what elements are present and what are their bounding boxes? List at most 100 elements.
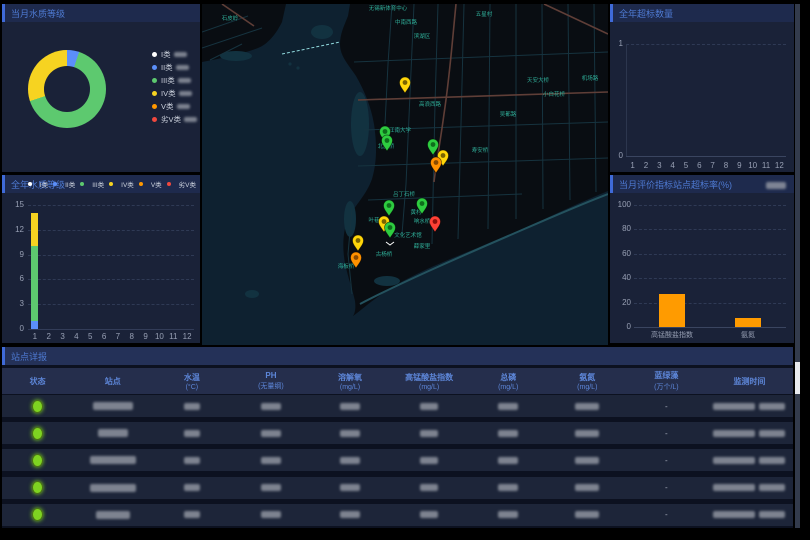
x-axis-tick: 9 — [140, 333, 152, 341]
table-row[interactable]: - — [2, 422, 793, 444]
page-scrollbar-track[interactable] — [795, 4, 800, 528]
column-label: 总磷 — [500, 372, 516, 383]
date-redacted — [713, 403, 755, 410]
x-axis-tick: 8 — [720, 162, 732, 170]
value-redacted — [498, 457, 518, 464]
monitoring-map[interactable]: 石皮岭无锡新体育中心中南西路滨湖区五星村天安大桥机场路小白花桥吴都路高浪西路江南… — [202, 4, 608, 345]
legend-item[interactable]: III类 — [152, 74, 197, 87]
time-redacted — [759, 511, 785, 518]
legend-item[interactable]: I类 — [152, 48, 197, 61]
algae-cell: - — [627, 402, 706, 411]
column-unit: (°C) — [186, 384, 199, 391]
dashboard-root: { "panels": { "donut_panel": {"title": "… — [0, 0, 810, 540]
column-header-10: 监测时间 — [706, 376, 793, 387]
legend-dot — [152, 65, 157, 70]
legend-dot — [152, 52, 157, 57]
donut-legend: I类II类III类IV类V类劣V类 — [152, 48, 197, 126]
x-axis-tick: 8 — [126, 333, 138, 341]
x-axis-tick: 2 — [640, 162, 652, 170]
legend-item[interactable]: V类 — [152, 100, 197, 113]
value-cell — [310, 403, 389, 410]
value-redacted — [261, 403, 281, 410]
value-redacted — [575, 511, 599, 518]
y-axis-tick: 12 — [4, 226, 24, 234]
value-redacted — [184, 430, 200, 437]
panel-header: 当月水质等级 — [2, 4, 200, 22]
station-name-cell — [73, 456, 152, 464]
time-cell — [706, 484, 793, 491]
table-row[interactable]: - — [2, 504, 793, 526]
value-cell — [390, 511, 469, 518]
time-cell — [706, 457, 793, 464]
date-redacted — [713, 511, 755, 518]
legend-label: III类 — [161, 75, 175, 86]
value-cell — [152, 511, 231, 518]
gridline — [626, 44, 786, 45]
time-redacted — [759, 403, 785, 410]
legend-item[interactable]: 劣V类 — [152, 113, 197, 126]
table-row[interactable]: - — [2, 477, 793, 499]
column-header-3: 水温(°C) — [152, 372, 231, 391]
time-redacted — [759, 430, 785, 437]
gridline — [634, 205, 786, 206]
gridline — [28, 255, 194, 256]
column-label: 溶解氧 — [338, 372, 362, 383]
station-name-redacted — [93, 402, 133, 410]
y-axis-tick: 9 — [4, 251, 24, 259]
map-place-label: 高浪西路 — [419, 100, 442, 108]
legend-dot — [152, 78, 157, 83]
value-redacted — [184, 457, 200, 464]
legend-value-redacted — [179, 91, 192, 96]
stacked-bar-segment — [31, 246, 38, 320]
legend-item[interactable]: II类 — [152, 61, 197, 74]
panel-station-table: 站点详报 状态站点水温(°C)PH(无量纲)溶解氧(mg/L)高锰酸盐指数(mg… — [2, 347, 793, 528]
status-indicator-green — [32, 454, 43, 467]
x-axis-line — [626, 156, 786, 157]
legend-label: V类 — [161, 101, 174, 112]
y-axis-tick: 0 — [4, 325, 24, 333]
page-scrollbar-thumb[interactable] — [795, 362, 800, 394]
x-axis-tick: 3 — [653, 162, 665, 170]
x-axis-tick: 6 — [693, 162, 705, 170]
stacked-bar-segment — [31, 213, 38, 246]
map-place-label: 响水桥 — [414, 217, 431, 225]
column-header-2: 站点 — [73, 376, 152, 387]
column-unit: (万个/L) — [654, 382, 679, 392]
algae-cell: - — [627, 510, 706, 519]
column-label: 监测时间 — [733, 376, 765, 387]
column-unit: (mg/L) — [498, 384, 518, 391]
column-header-4: PH(无量纲) — [231, 371, 310, 391]
value-cell — [310, 430, 389, 437]
y-axis-tick: 60 — [612, 250, 631, 258]
column-header-6: 高锰酸盐指数(mg/L) — [390, 372, 469, 391]
value-cell — [390, 457, 469, 464]
gridline — [28, 304, 194, 305]
legend-item[interactable]: IV类 — [152, 87, 197, 100]
time-redacted — [759, 484, 785, 491]
value-redacted — [498, 430, 518, 437]
date-redacted — [713, 457, 755, 464]
gridline — [28, 205, 194, 206]
status-cell — [2, 481, 73, 494]
legend-value-redacted — [174, 52, 187, 57]
map-place-label: 吴都路 — [500, 110, 517, 118]
value-cell — [548, 457, 627, 464]
column-label: 状态 — [30, 376, 46, 387]
y-axis-line — [626, 44, 627, 156]
value-redacted — [184, 403, 200, 410]
legend-value-redacted — [178, 78, 191, 83]
x-axis-tick: 7 — [707, 162, 719, 170]
value-cell — [469, 430, 548, 437]
value-cell — [231, 484, 310, 491]
value-redacted — [575, 430, 599, 437]
station-name-cell — [73, 402, 152, 410]
table-row[interactable]: - — [2, 395, 793, 417]
table-row[interactable]: - — [2, 449, 793, 471]
y-axis-tick: 1 — [614, 40, 623, 48]
gridline — [634, 303, 786, 304]
station-name-redacted — [90, 456, 136, 464]
legend-label: 劣V类 — [161, 114, 181, 125]
value-cell — [390, 484, 469, 491]
value-redacted — [184, 511, 200, 518]
donut-hole — [44, 66, 90, 112]
